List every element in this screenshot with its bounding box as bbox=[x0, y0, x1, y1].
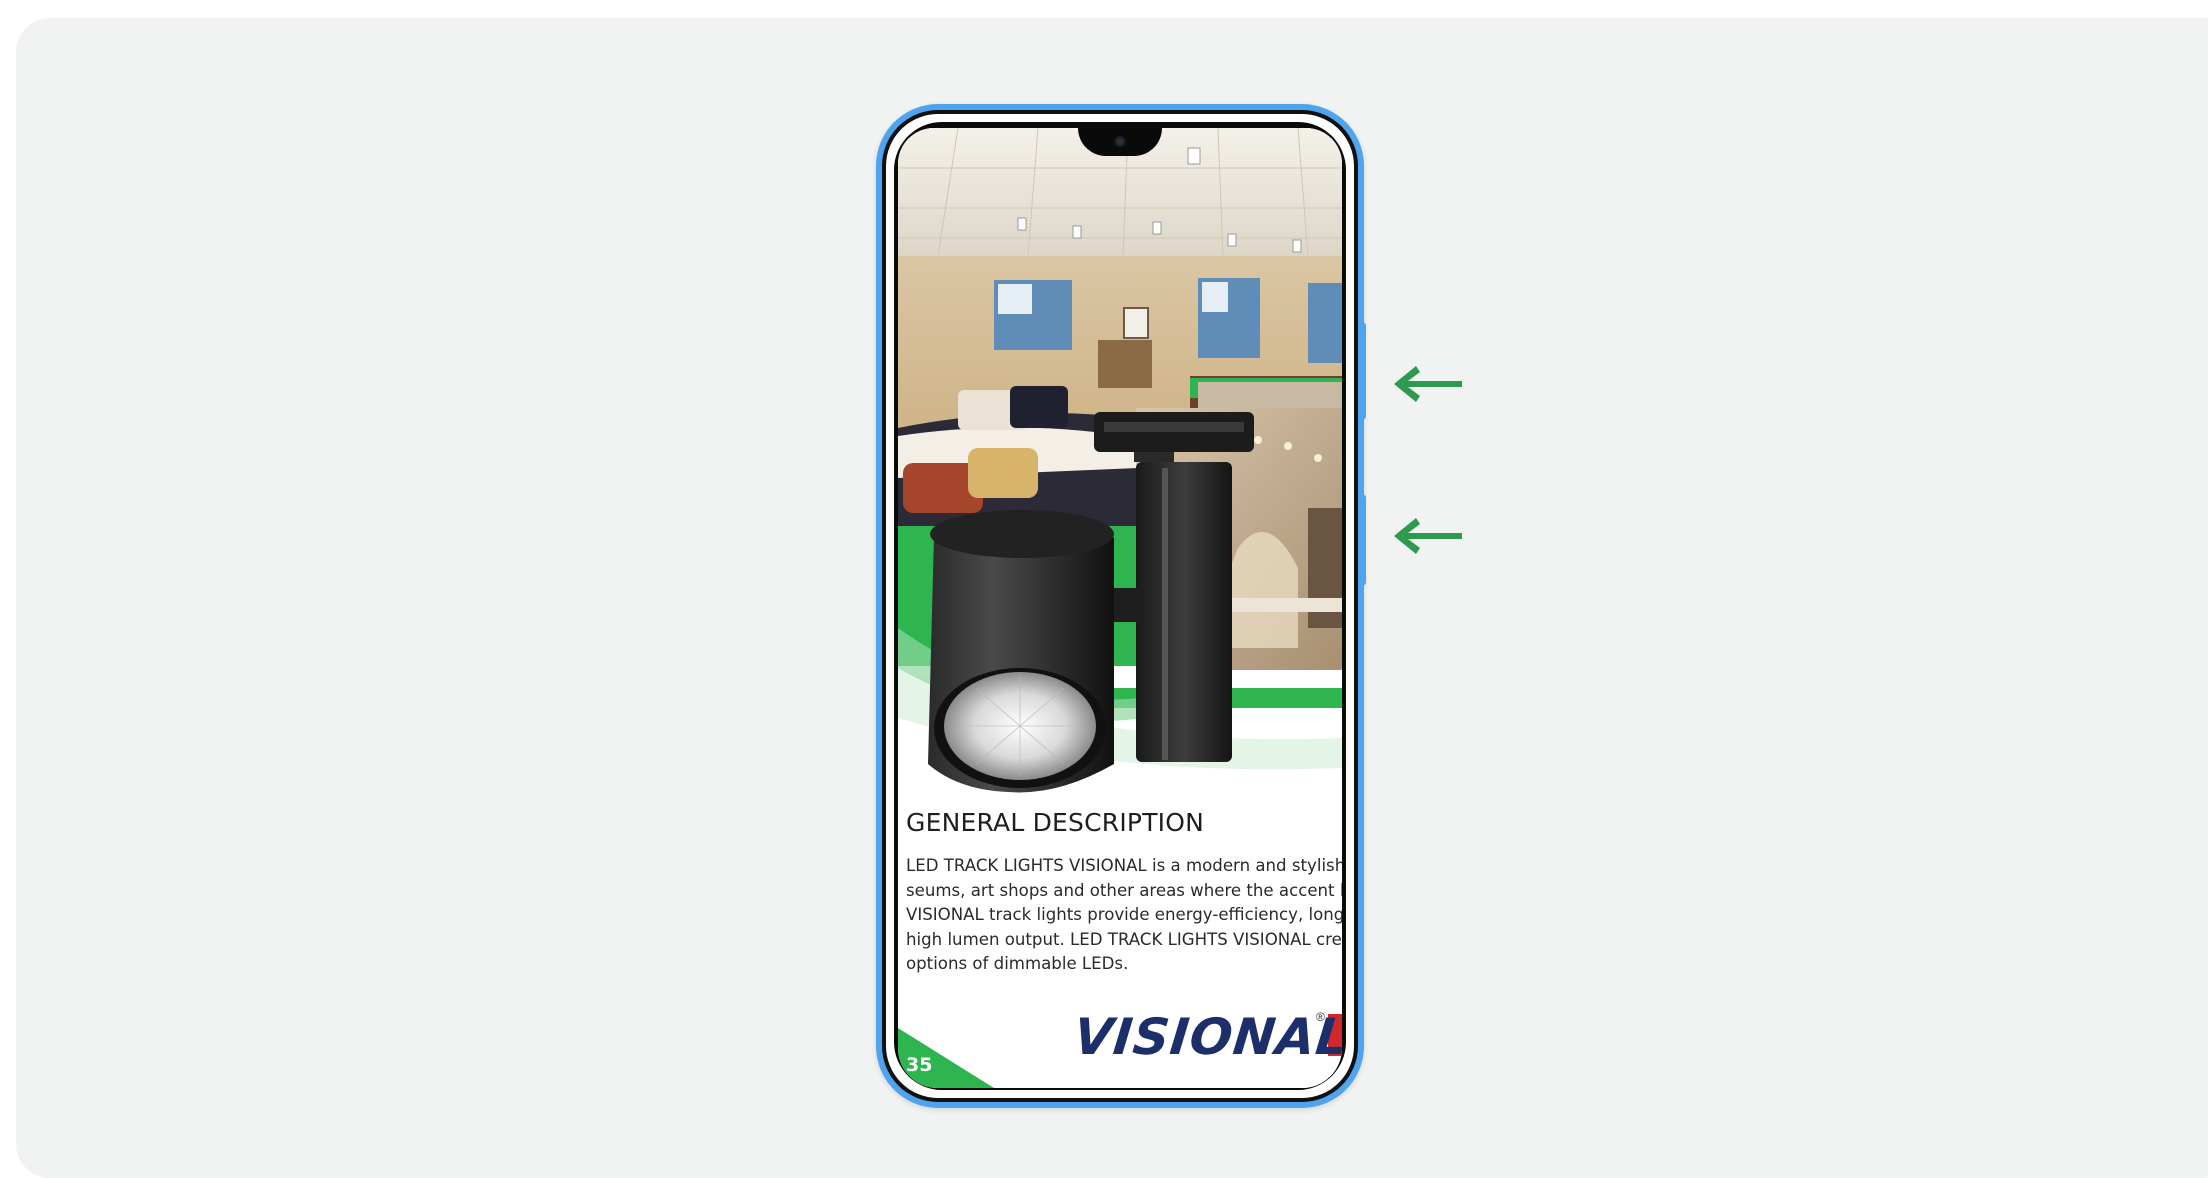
volume-button[interactable] bbox=[1360, 322, 1366, 420]
arrow-left-icon bbox=[1394, 518, 1462, 554]
description-line: LED TRACK LIGHTS VISIONAL is a modern an… bbox=[906, 856, 1342, 875]
phone-screen[interactable]: GENERAL DESCRIPTION LED TRACK LIGHTS VIS… bbox=[898, 128, 1342, 1088]
phone-mockup: GENERAL DESCRIPTION LED TRACK LIGHTS VIS… bbox=[876, 104, 1366, 1108]
section-heading: GENERAL DESCRIPTION bbox=[906, 808, 1205, 837]
brand-logo: VISIONAL bbox=[1070, 1008, 1342, 1066]
description-text: LED TRACK LIGHTS VISIONAL is a modern an… bbox=[906, 854, 1342, 977]
arrow-left-icon bbox=[1394, 366, 1462, 402]
registered-mark: ® bbox=[1316, 1010, 1325, 1024]
power-button[interactable] bbox=[1360, 494, 1366, 586]
description-line: options of dimmable LEDs. bbox=[906, 954, 1129, 973]
page-number: 35 bbox=[906, 1054, 933, 1076]
description-line: seums, art shops and other areas where t… bbox=[906, 880, 1342, 900]
camera-icon bbox=[1114, 136, 1126, 147]
description-line: high lumen output. LED TRACK LIGHTS VISI… bbox=[906, 929, 1342, 949]
description-line: VISIONAL track lights provide energy-eff… bbox=[906, 905, 1342, 924]
